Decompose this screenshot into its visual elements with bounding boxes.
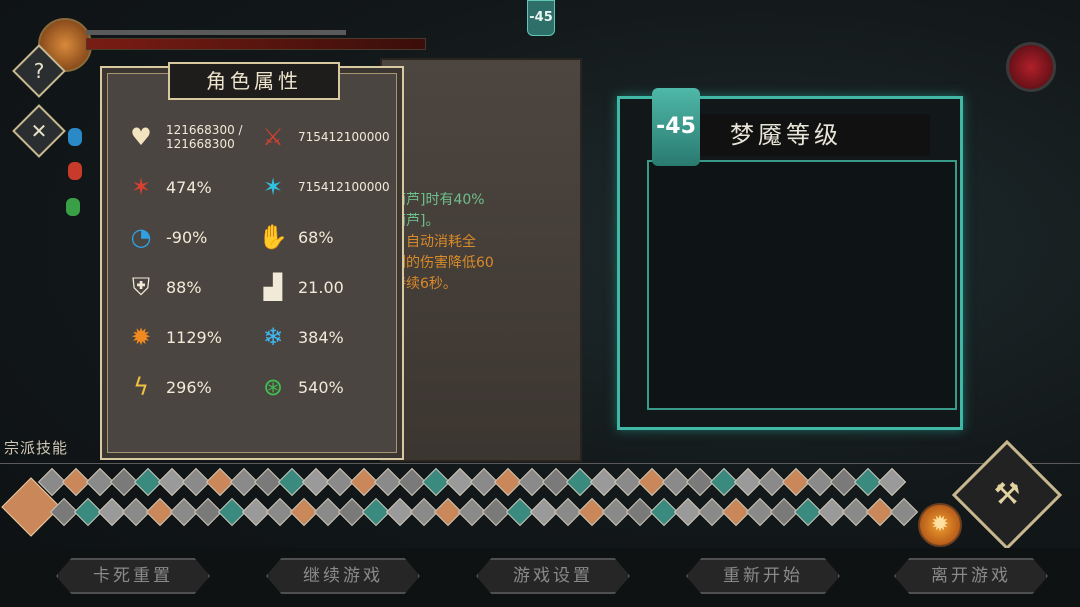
stat-attack: ⚔ 715412100000 — [258, 120, 390, 154]
stat-ice: ❄ 384% — [258, 320, 344, 354]
snowflake-icon: ❄ — [262, 323, 284, 351]
stat-hp-value: 121668300 / 121668300 — [166, 123, 243, 151]
stat-fire-value: 1129% — [166, 327, 222, 347]
stat-hp: ♥ 121668300 / 121668300 — [126, 120, 262, 154]
stat-crit: ✶ 474% — [126, 170, 212, 204]
stat-ice-value: 384% — [298, 327, 344, 347]
stat-lightning: ϟ 296% — [126, 370, 212, 404]
red-flame-icon — [68, 162, 82, 180]
blue-flame-icon — [68, 128, 82, 146]
crit-icon: ✶ — [130, 173, 152, 201]
skill-slot-icon[interactable] — [889, 497, 919, 527]
desc-line-4: 到的伤害降低60 — [392, 255, 494, 271]
fire-icon: ✹ — [130, 323, 152, 351]
stats-title: 角色属性 — [168, 62, 340, 100]
shield-icon: ⛨ — [132, 273, 150, 301]
stat-cooldown: ◔ -90% — [126, 220, 208, 254]
leave-game-button[interactable]: 离开游戏 — [894, 558, 1048, 594]
stat-defense: ⛨ 88% — [126, 270, 202, 304]
skill-slot-icon[interactable] — [877, 467, 907, 497]
hammer-icon: ⚒ — [993, 477, 1021, 512]
sect-skills-label: 宗派技能 — [4, 439, 69, 457]
stat-dodge-value: 68% — [298, 227, 334, 247]
stat-speed: ▟ 21.00 — [258, 270, 344, 304]
stat-cooldown-value: -90% — [166, 227, 208, 247]
stat-crit-damage: ✶ 715412100000 — [258, 170, 390, 204]
fire-skill-button[interactable]: ✹ — [918, 503, 962, 547]
player-name-bar — [86, 30, 346, 35]
crit-damage-icon: ✶ — [262, 173, 284, 201]
stat-fire: ✹ 1129% — [126, 320, 222, 354]
sword-icon: ⚔ — [262, 123, 284, 151]
stat-poison: ⊛ 540% — [258, 370, 344, 404]
cooldown-icon: ◔ — [130, 223, 152, 251]
skull-icon[interactable] — [1006, 42, 1056, 92]
divider — [0, 463, 1080, 464]
dodge-icon: ✋ — [258, 223, 288, 251]
desc-line-1: 葫芦]时有40% — [392, 192, 485, 208]
skill-icon-grid — [37, 466, 922, 528]
nightmare-level-badge: -45 — [652, 88, 700, 166]
restart-button[interactable]: 重新开始 — [686, 558, 840, 594]
top-level-badge: -45 — [527, 0, 555, 36]
stat-defense-value: 88% — [166, 277, 202, 297]
boot-icon: ▟ — [263, 273, 283, 301]
stuck-reset-button[interactable]: 卡死重置 — [56, 558, 210, 594]
nightmare-title: 梦魇等级 — [700, 114, 930, 156]
lightning-icon: ϟ — [133, 373, 149, 401]
stat-lightning-value: 296% — [166, 377, 212, 397]
continue-game-button[interactable]: 继续游戏 — [266, 558, 420, 594]
skill-description-panel: 葫芦]时有40% 葫芦]。 ：自动消耗全 到的伤害降低60 持续6秒。 — [380, 58, 582, 462]
stat-dodge: ✋ 68% — [258, 220, 334, 254]
poison-icon: ⊛ — [262, 373, 284, 401]
stat-speed-value: 21.00 — [298, 277, 344, 297]
nightmare-content-area — [647, 160, 957, 410]
heart-icon: ♥ — [130, 123, 152, 151]
stat-poison-value: 540% — [298, 377, 344, 397]
health-bar — [86, 38, 426, 50]
desc-line-3: ：自动消耗全 — [392, 234, 476, 250]
game-settings-button[interactable]: 游戏设置 — [476, 558, 630, 594]
stat-crit-value: 474% — [166, 177, 212, 197]
green-swirl-icon — [66, 198, 80, 216]
stat-crit-damage-value: 715412100000 — [298, 180, 390, 194]
stat-attack-value: 715412100000 — [298, 130, 390, 144]
